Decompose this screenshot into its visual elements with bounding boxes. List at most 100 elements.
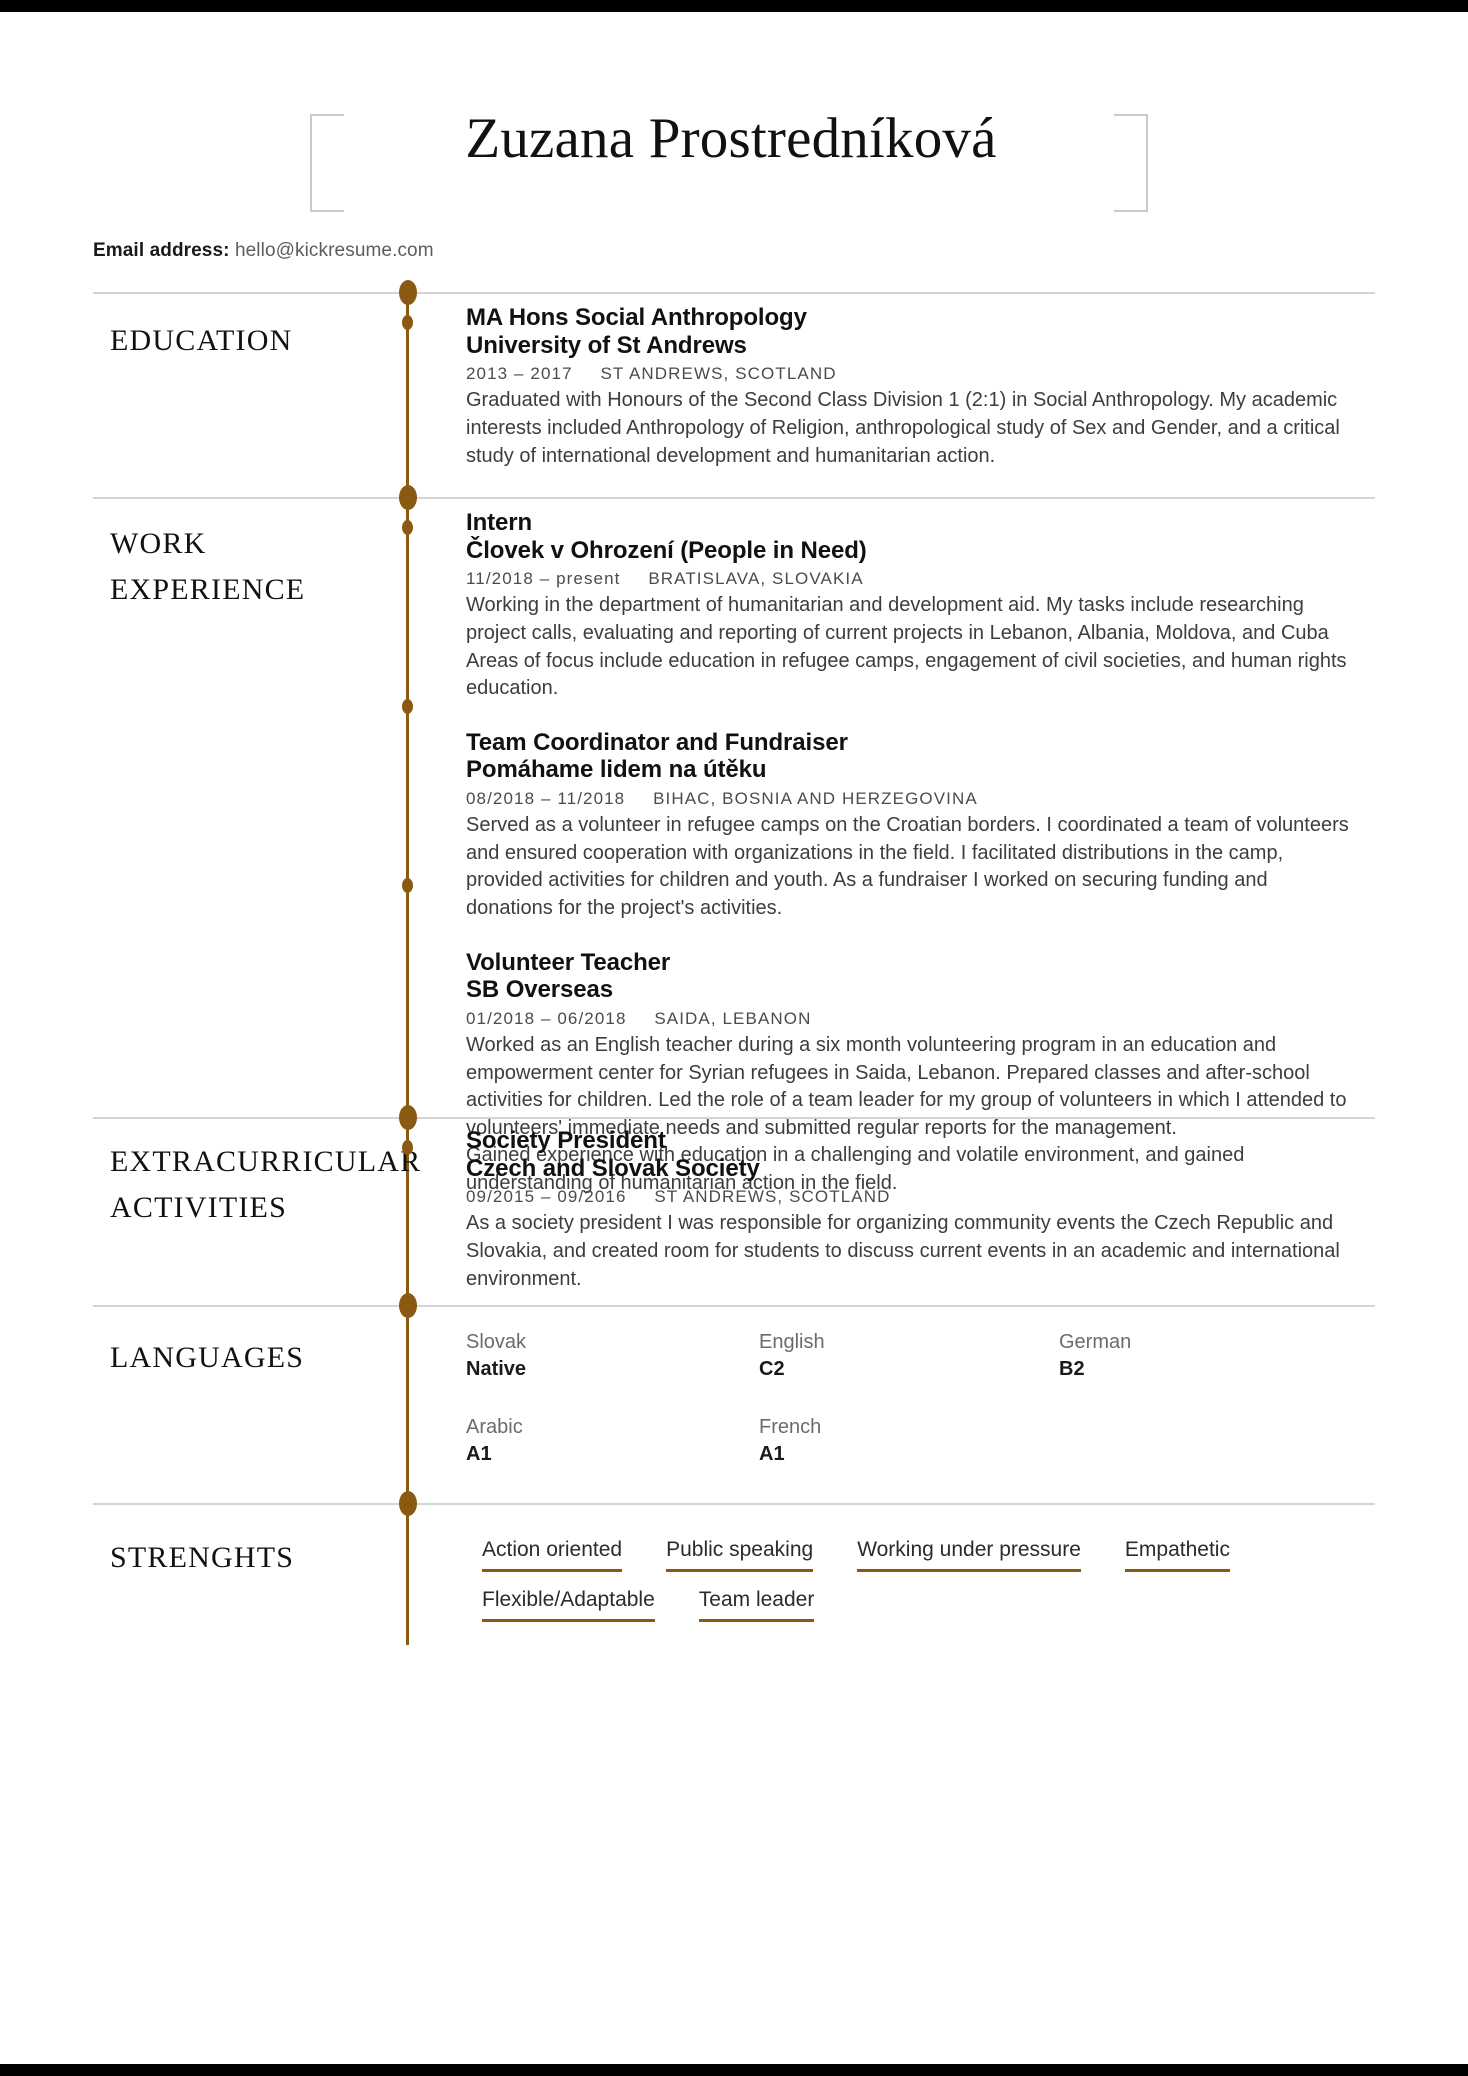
extracurricular-entries: Society President Czech and Slovak Socie… (466, 1125, 1468, 1293)
entry-organization: Czech and Slovak Society (466, 1154, 760, 1182)
entry-description: Graduated with Honours of the Second Cla… (466, 387, 1358, 470)
strength-tag: Working under pressure (857, 1537, 1081, 1573)
language-item: Slovak Native (466, 1329, 759, 1382)
language-name: Slovak (466, 1331, 527, 1353)
timeline-entry-dot (402, 1140, 413, 1155)
work-entries: Intern Človek v Ohrození (People in Need… (466, 505, 1468, 1197)
resume-sheet: Zuzana Prostredníková Email address: hel… (0, 12, 1468, 2064)
language-item: German B2 (1059, 1329, 1358, 1382)
entry-dates: 2013 – 2017 (466, 364, 573, 384)
timeline-section-dot (399, 280, 417, 305)
entry-location: BIHAC, BOSNIA AND HERZEGOVINA (653, 789, 978, 809)
timeline-section-dot (399, 485, 417, 510)
entry-description: Working in the department of humanitaria… (466, 592, 1358, 702)
work-entry: Team Coordinator and Fundraiser Pomáhame… (466, 729, 1358, 923)
entry-description: Served as a volunteer in refugee camps o… (466, 812, 1358, 922)
strength-tag: Flexible/Adaptable (482, 1587, 655, 1623)
language-level: A1 (759, 1443, 785, 1465)
strength-tag: Team leader (698, 1587, 815, 1623)
education-entries: MA Hons Social Anthropology University o… (466, 300, 1468, 470)
section-education: EDUCATION MA Hons Social Anthropology Un… (0, 280, 1468, 497)
education-entry: MA Hons Social Anthropology University o… (466, 304, 1358, 470)
section-extracurricular: EXTRACURRICULAR ACTIVITIES Society Presi… (0, 1105, 1468, 1305)
entry-description-text: Working in the department of humanitaria… (466, 594, 1347, 700)
timeline-spine (406, 1503, 409, 1645)
timeline-entry-dot (402, 520, 413, 535)
entry-dates: 08/2018 – 11/2018 (466, 789, 626, 809)
page-top-bar (0, 0, 1468, 12)
languages-grid: Slovak Native English C2 German B2 Arabi… (466, 1313, 1468, 1467)
timeline-entry-dot (402, 315, 413, 330)
section-divider (93, 497, 1375, 499)
section-languages: LANGUAGES Slovak Native English C2 Germa… (0, 1293, 1468, 1503)
timeline-entry-dot (402, 878, 413, 893)
entry-organization: Pomáhame lidem na útěku (466, 756, 767, 784)
entry-title: Volunteer Teacher (466, 948, 671, 976)
entry-organization: University of St Andrews (466, 331, 747, 359)
resume-header: Zuzana Prostredníková (0, 12, 1468, 212)
language-name: Arabic (466, 1416, 523, 1438)
timeline-section-dot (399, 1491, 417, 1516)
page-bottom-bar (0, 2064, 1468, 2076)
language-item-empty (1059, 1414, 1358, 1467)
section-label-languages: LANGUAGES (110, 1341, 305, 1374)
entry-description-text: Graduated with Honours of the Second Cla… (466, 389, 1340, 467)
entry-location: SAIDA, LEBANON (654, 1008, 812, 1028)
timeline-spine (406, 1305, 409, 1503)
entry-description-text: Served as a volunteer in refugee camps o… (466, 814, 1349, 919)
language-level: Native (466, 1358, 527, 1380)
timeline-section-dot (399, 1293, 417, 1318)
section-label-line-1: WORK (110, 527, 207, 560)
section-label-line-1: EXTRACURRICULAR (110, 1145, 422, 1178)
section-work-experience: WORK EXPERIENCE Intern Človek v Ohrození… (0, 485, 1468, 1194)
strength-tag: Empathetic (1124, 1537, 1230, 1573)
section-divider (93, 1503, 1375, 1505)
timeline-section-dot (399, 1105, 417, 1130)
section-strengths: STRENGHTS Action oriented Public speakin… (0, 1491, 1468, 1693)
entry-organization: Človek v Ohrození (People in Need) (466, 536, 867, 564)
entry-location: BRATISLAVA, SLOVAKIA (648, 569, 864, 589)
language-name: English (759, 1331, 825, 1353)
entry-organization: SB Overseas (466, 976, 614, 1004)
entry-dates: 09/2015 – 09/2016 (466, 1187, 627, 1207)
language-level: A1 (466, 1443, 492, 1465)
language-level: B2 (1059, 1358, 1085, 1380)
work-entry: Intern Človek v Ohrození (People in Need… (466, 509, 1358, 703)
section-divider (93, 1305, 1375, 1307)
section-label-extracurricular: EXTRACURRICULAR ACTIVITIES (110, 1139, 421, 1230)
section-label-work-experience: WORK EXPERIENCE (110, 521, 305, 612)
resume-body: EDUCATION MA Hons Social Anthropology Un… (0, 280, 1468, 1693)
entry-dates: 01/2018 – 06/2018 (466, 1008, 627, 1028)
language-level: C2 (759, 1358, 785, 1380)
extracurricular-entry: Society President Czech and Slovak Socie… (466, 1127, 1358, 1293)
entry-title: Team Coordinator and Fundraiser (466, 728, 848, 756)
entry-location: ST ANDREWS, SCOTLAND (600, 364, 837, 384)
page-title: Zuzana Prostredníková (306, 110, 1156, 167)
timeline-spine (406, 497, 409, 1117)
entry-location: ST ANDREWS, SCOTLAND (654, 1187, 891, 1207)
entry-title: MA Hons Social Anthropology (466, 304, 807, 331)
entry-title: Society President (466, 1127, 666, 1154)
email-value: hello@kickresume.com (234, 240, 434, 261)
entry-meta: 09/2015 – 09/2016 ST ANDREWS, SCOTLAND (466, 1187, 1358, 1207)
strength-tag: Action oriented (482, 1537, 623, 1573)
email-label: Email address: (93, 240, 230, 261)
section-label-line-2: EXPERIENCE (110, 572, 306, 606)
section-label-line-2: ACTIVITIES (110, 1190, 287, 1224)
entry-description-text: As a society president I was responsible… (466, 1212, 1340, 1290)
contact-line: Email address: hello@kickresume.com (93, 240, 434, 262)
language-name: German (1059, 1331, 1132, 1353)
entry-meta: 08/2018 – 11/2018 BIHAC, BOSNIA AND HERZ… (466, 789, 1358, 809)
language-item: Arabic A1 (466, 1414, 759, 1467)
section-label-education: EDUCATION (110, 324, 293, 357)
language-item: English C2 (759, 1329, 1059, 1382)
language-item: French A1 (759, 1414, 1059, 1467)
entry-description: As a society president I was responsible… (466, 1210, 1358, 1293)
entry-title: Intern (466, 509, 533, 536)
strengths-list: Action oriented Public speaking Working … (466, 1511, 1468, 1623)
entry-meta: 01/2018 – 06/2018 SAIDA, LEBANON (466, 1009, 1358, 1029)
language-name: French (759, 1416, 822, 1438)
entry-meta: 11/2018 – present BRATISLAVA, SLOVAKIA (466, 569, 1358, 589)
timeline-entry-dot (402, 699, 413, 714)
strength-tag: Public speaking (666, 1537, 814, 1573)
